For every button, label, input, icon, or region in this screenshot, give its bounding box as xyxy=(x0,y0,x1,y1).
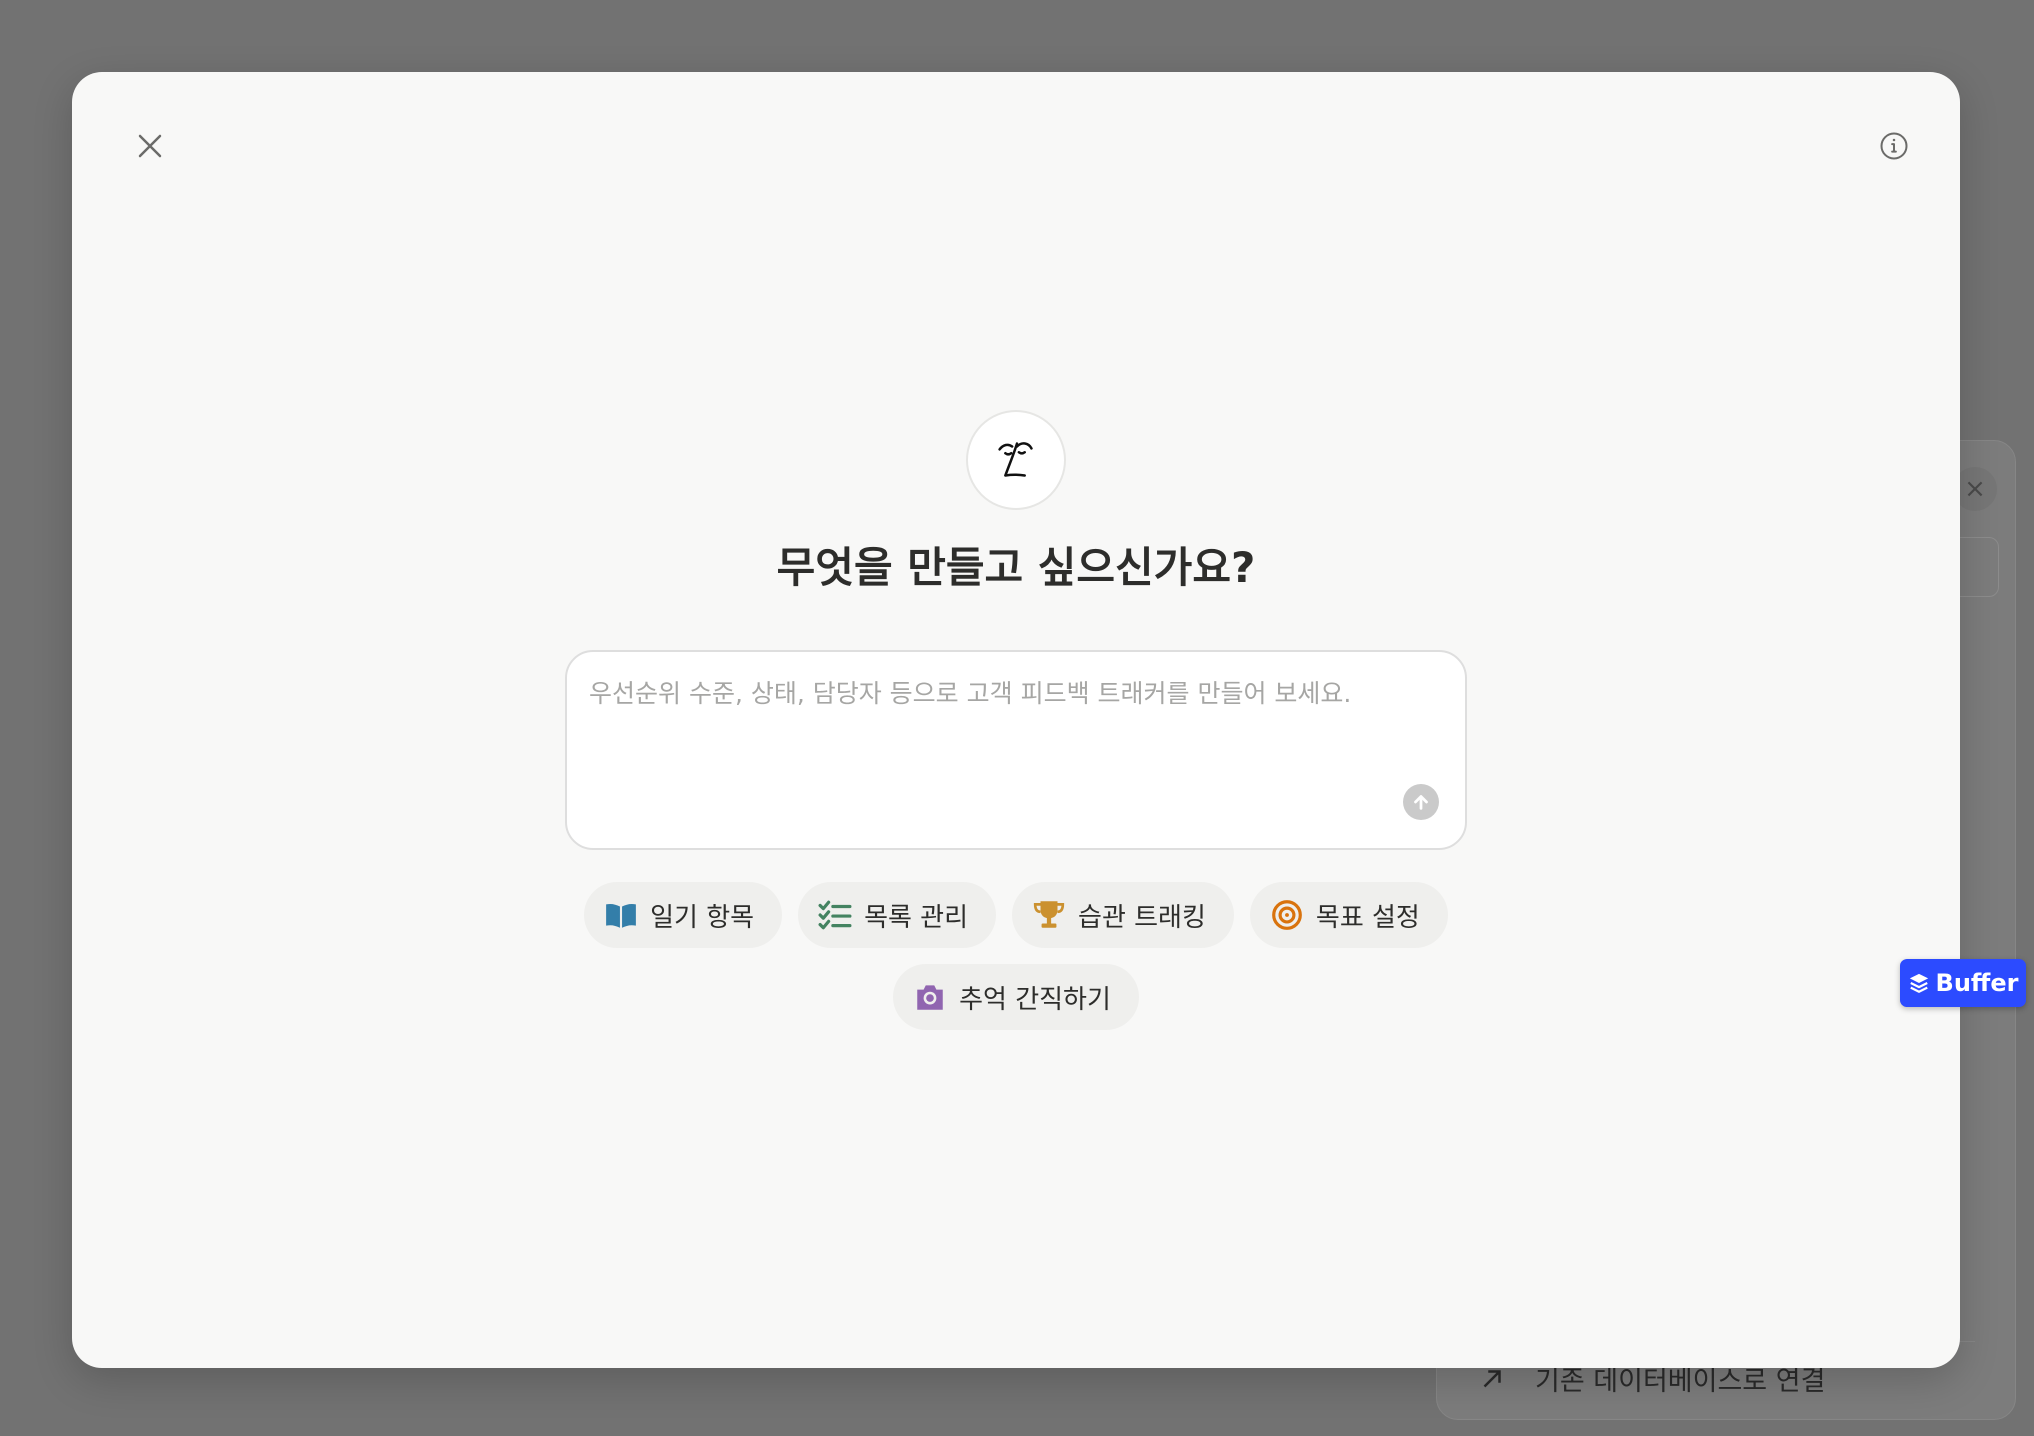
camera-icon xyxy=(913,980,947,1014)
trophy-icon xyxy=(1032,898,1066,932)
chip-label: 일기 항목 xyxy=(650,902,755,933)
chip-keep-memories[interactable]: 추억 간직하기 xyxy=(893,964,1139,1030)
info-icon xyxy=(1880,132,1908,160)
prompt-box xyxy=(565,650,1467,850)
buffer-layers-icon xyxy=(1909,973,1928,993)
close-button[interactable] xyxy=(120,116,180,176)
buffer-label: Buffer xyxy=(1935,969,2019,997)
page-title: 무엇을 만들고 싶으신가요? xyxy=(776,543,1256,592)
chip-row: 일기 항목 목록 관리 습관 트래킹 목표 설정 xyxy=(72,882,1960,948)
chip-habit-tracking[interactable]: 습관 트래킹 xyxy=(1012,882,1234,948)
close-icon xyxy=(138,134,162,158)
chip-label: 목록 관리 xyxy=(864,902,969,933)
info-button[interactable] xyxy=(1868,120,1920,172)
chip-label: 목표 설정 xyxy=(1315,902,1420,933)
ai-face-icon xyxy=(998,442,1033,477)
buffer-extension-button[interactable]: Buffer xyxy=(1900,959,2026,1007)
chip-label: 습관 트래킹 xyxy=(1078,902,1206,933)
chip-row: 추억 간직하기 xyxy=(72,964,1960,1030)
checklist-icon xyxy=(818,898,852,932)
chip-list-management[interactable]: 목록 관리 xyxy=(798,882,997,948)
ai-avatar xyxy=(966,410,1066,510)
chip-label: 추억 간직하기 xyxy=(959,984,1111,1015)
arrow-up-right-icon xyxy=(1483,1369,1501,1387)
book-icon xyxy=(604,898,638,932)
suggestion-chips: 일기 항목 목록 관리 습관 트래킹 목표 설정 추억 간직하기 xyxy=(72,882,1960,1046)
chip-journal-entry[interactable]: 일기 항목 xyxy=(584,882,783,948)
arrow-up-icon xyxy=(1414,795,1428,810)
target-icon xyxy=(1270,898,1304,932)
create-modal: 무엇을 만들고 싶으신가요? 일기 항목 목록 관리 xyxy=(72,72,1960,1368)
send-button[interactable] xyxy=(1403,784,1439,820)
chip-goal-setting[interactable]: 목표 설정 xyxy=(1249,882,1448,948)
prompt-input[interactable] xyxy=(589,674,1429,784)
